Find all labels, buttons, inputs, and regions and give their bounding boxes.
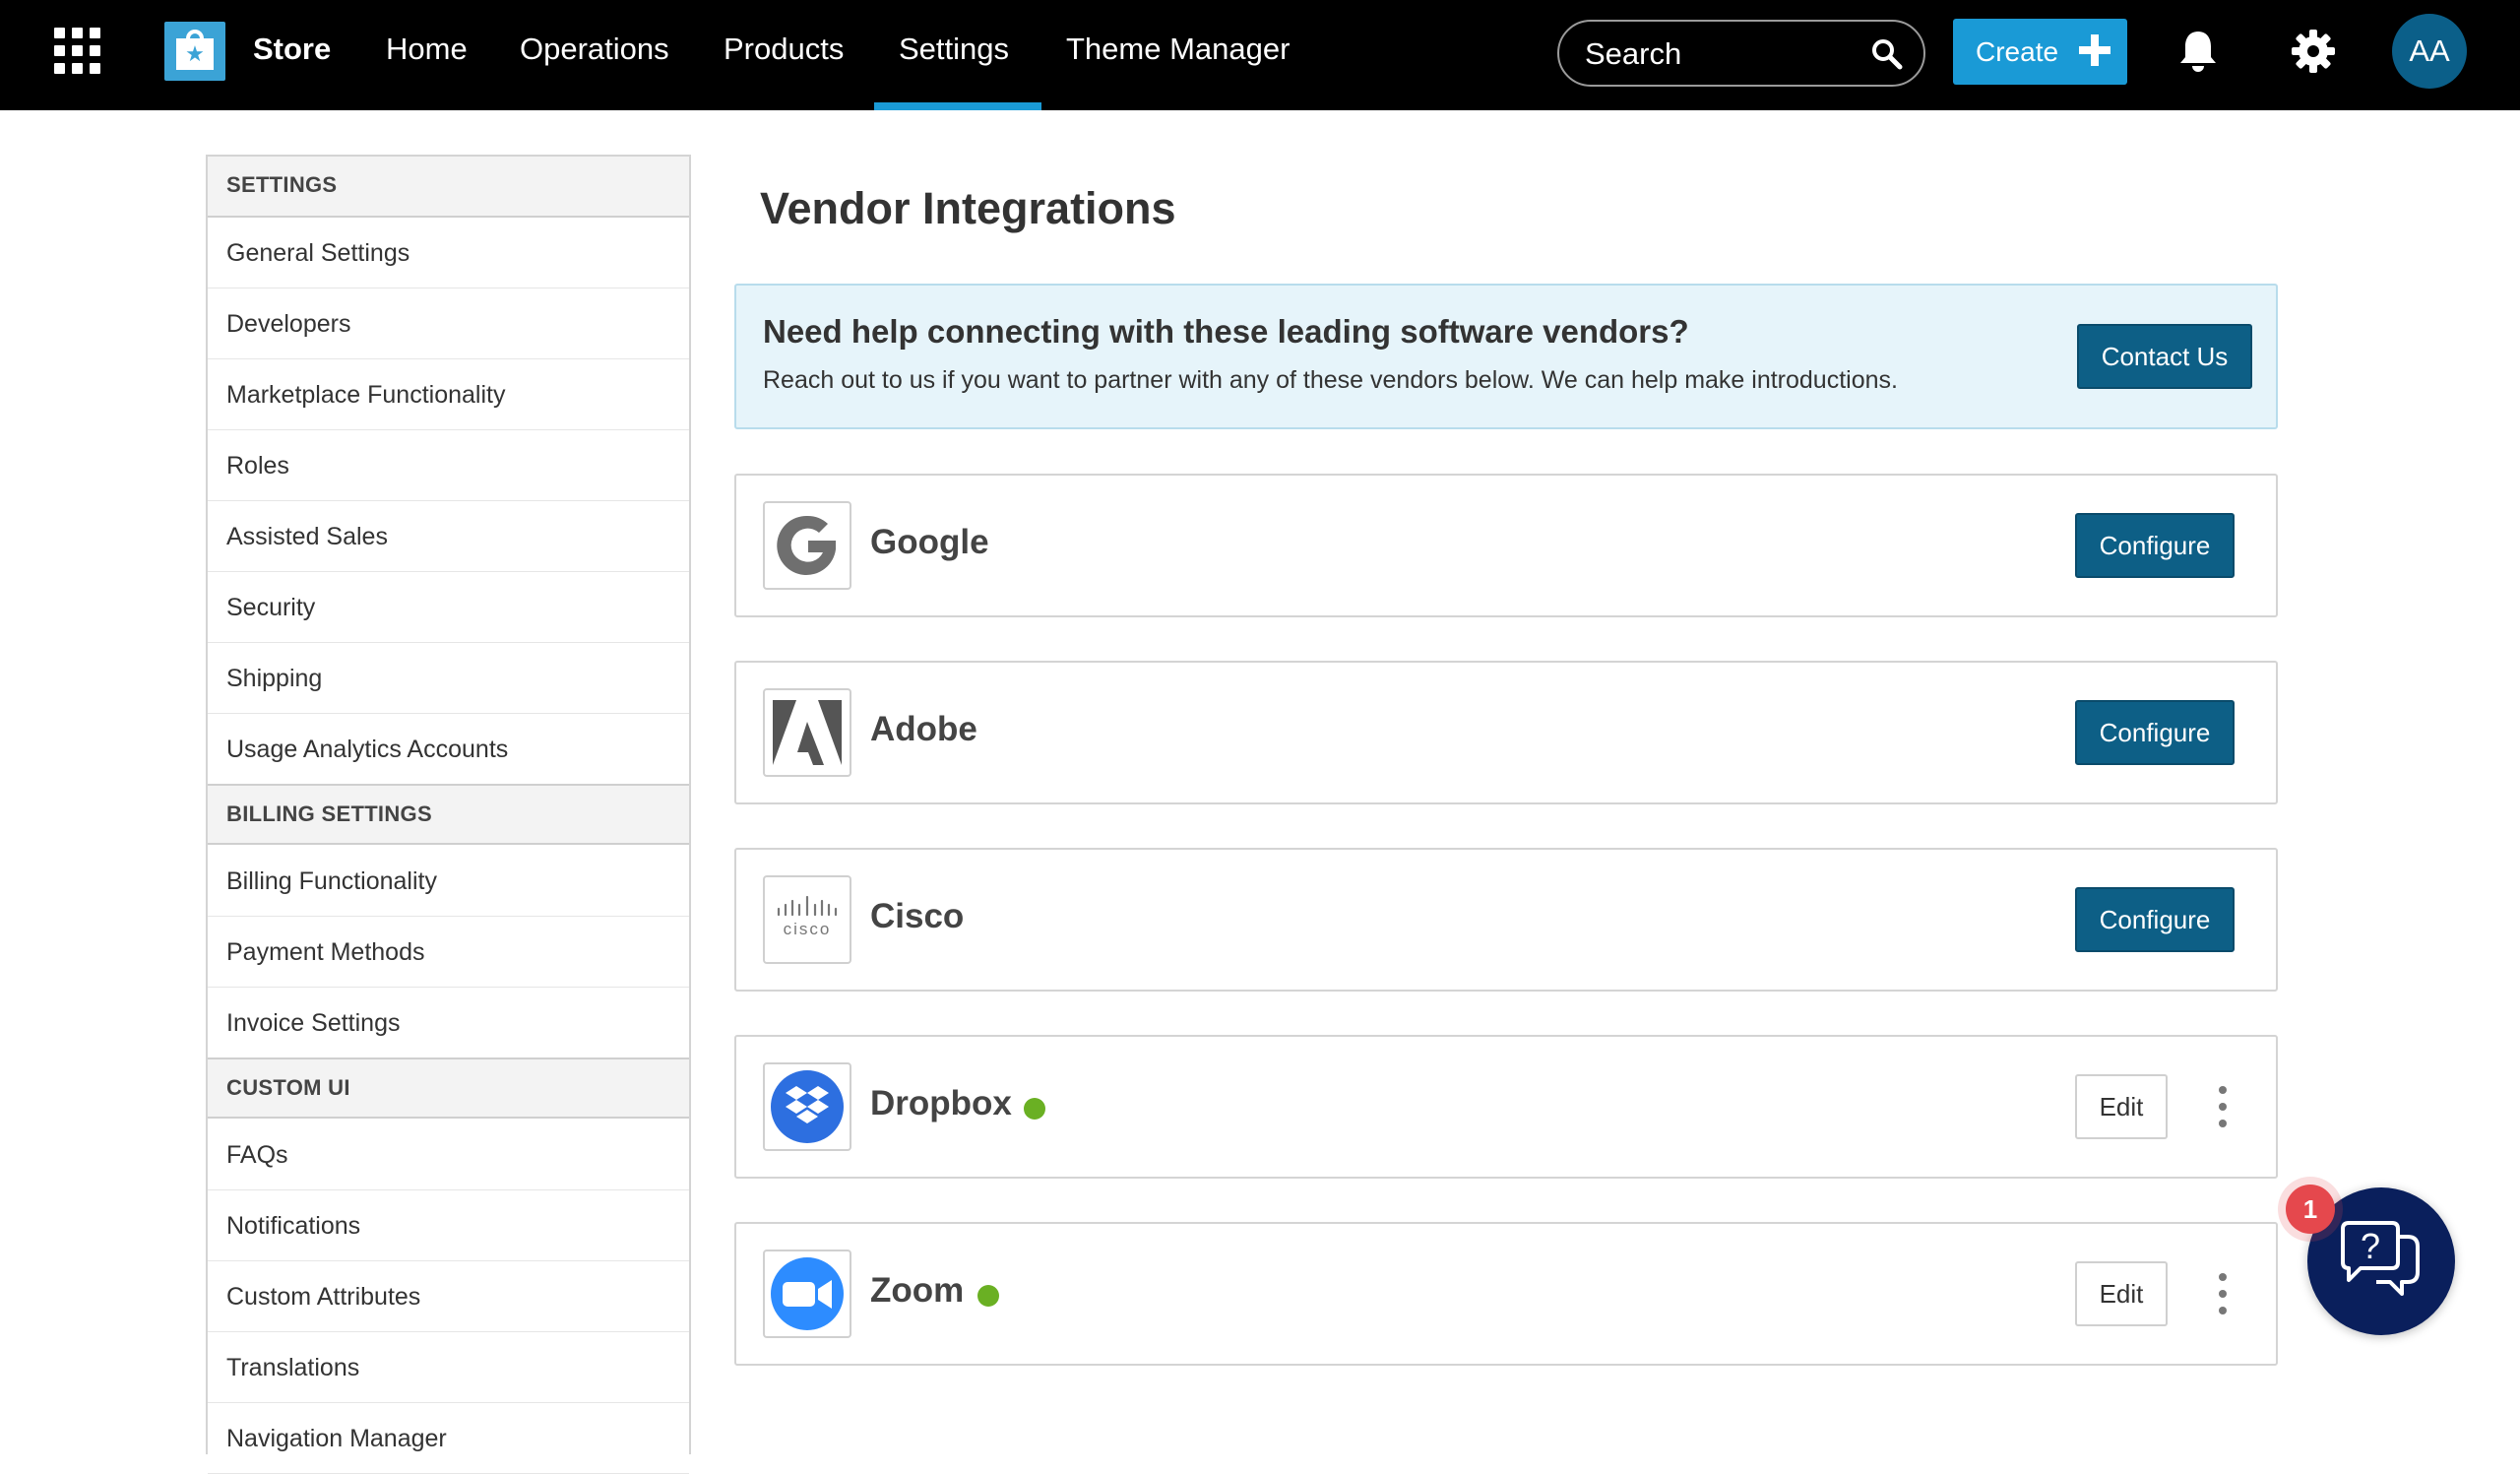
vendor-name: Google [870, 523, 989, 561]
vendor-card-zoom: Zoom Edit [734, 1222, 2278, 1366]
banner-title: Need help connecting with these leading … [763, 313, 1689, 350]
settings-sidebar: SETTINGS General Settings Developers Mar… [206, 155, 691, 1474]
page-title: Vendor Integrations [760, 183, 1176, 233]
cisco-logo-icon: cisco [763, 875, 851, 964]
configure-adobe-button[interactable]: Configure [2075, 700, 2235, 765]
app-launcher-icon[interactable] [54, 28, 101, 75]
nav-settings[interactable]: Settings [899, 32, 1009, 67]
nav-home[interactable]: Home [386, 32, 468, 67]
sidebar-item-translations[interactable]: Translations [208, 1332, 689, 1403]
vendor-name: Cisco [870, 897, 965, 935]
vendor-card-dropbox: Dropbox Edit [734, 1035, 2278, 1179]
plus-icon [2079, 34, 2110, 66]
sidebar-item-assisted-sales[interactable]: Assisted Sales [208, 501, 689, 572]
brand-name[interactable]: Store [253, 32, 331, 67]
sidebar-section-billing-settings: BILLING SETTINGS [208, 784, 689, 845]
nav-theme-manager[interactable]: Theme Manager [1066, 32, 1290, 67]
connected-status-dot [1024, 1098, 1045, 1120]
svg-text:cisco: cisco [784, 920, 832, 938]
sidebar-item-developers[interactable]: Developers [208, 288, 689, 359]
configure-cisco-button[interactable]: Configure [2075, 887, 2235, 952]
gear-icon[interactable] [2290, 28, 2337, 75]
help-chat-icon: ? [2341, 1221, 2420, 1296]
create-button[interactable]: Create [1953, 19, 2127, 85]
contact-us-button[interactable]: Contact Us [2077, 324, 2252, 389]
nav-operations[interactable]: Operations [520, 32, 669, 67]
vendor-name: Zoom [870, 1271, 965, 1310]
configure-google-button[interactable]: Configure [2075, 513, 2235, 578]
edit-dropbox-button[interactable]: Edit [2075, 1074, 2168, 1139]
user-avatar[interactable]: AA [2392, 14, 2467, 89]
sidebar-section-custom-ui: CUSTOM UI [208, 1057, 689, 1119]
zoom-logo-icon [763, 1250, 851, 1338]
sidebar-item-payment-methods[interactable]: Payment Methods [208, 917, 689, 988]
sidebar-item-navigation-manager[interactable]: Navigation Manager [208, 1403, 689, 1474]
nav-products[interactable]: Products [724, 32, 844, 67]
search-box[interactable] [1557, 20, 1925, 87]
sidebar-item-custom-attributes[interactable]: Custom Attributes [208, 1261, 689, 1332]
connected-status-dot [977, 1285, 999, 1307]
sidebar-item-invoice-settings[interactable]: Invoice Settings [208, 988, 689, 1058]
more-options-icon[interactable] [2213, 1086, 2233, 1127]
active-nav-indicator [874, 102, 1041, 110]
adobe-logo-icon [763, 688, 851, 777]
vendor-card-google: Google Configure [734, 474, 2278, 617]
sidebar-item-marketplace-functionality[interactable]: Marketplace Functionality [208, 359, 689, 430]
sidebar-item-usage-analytics-accounts[interactable]: Usage Analytics Accounts [208, 714, 689, 785]
sidebar-item-security[interactable]: Security [208, 572, 689, 643]
search-input[interactable] [1585, 35, 1851, 73]
sidebar-item-shipping[interactable]: Shipping [208, 643, 689, 714]
search-icon[interactable] [1870, 37, 1904, 71]
store-logo-icon[interactable]: ★ [164, 22, 225, 81]
svg-text:?: ? [2361, 1226, 2380, 1266]
dropbox-logo-icon [763, 1062, 851, 1151]
bell-icon[interactable] [2176, 28, 2220, 75]
sidebar-section-settings: SETTINGS [208, 157, 689, 218]
sidebar-item-roles[interactable]: Roles [208, 430, 689, 501]
google-logo-icon [763, 501, 851, 590]
vendor-card-adobe: Adobe Configure [734, 661, 2278, 804]
top-navigation-bar: ★ Store Home Operations Products Setting… [0, 0, 2520, 110]
sidebar-item-faqs[interactable]: FAQs [208, 1120, 689, 1190]
edit-zoom-button[interactable]: Edit [2075, 1261, 2168, 1326]
vendor-card-cisco: cisco Cisco Configure [734, 848, 2278, 992]
vendor-name: Adobe [870, 710, 977, 748]
sidebar-item-notifications[interactable]: Notifications [208, 1190, 689, 1261]
sidebar-item-billing-functionality[interactable]: Billing Functionality [208, 846, 689, 917]
banner-text: Reach out to us if you want to partner w… [763, 366, 1898, 394]
create-button-label: Create [1976, 36, 2059, 67]
vendor-name: Dropbox [870, 1084, 1012, 1122]
sidebar-item-general-settings[interactable]: General Settings [208, 218, 689, 288]
more-options-icon[interactable] [2213, 1273, 2233, 1314]
help-banner: Need help connecting with these leading … [734, 284, 2278, 429]
notification-badge: 1 [2286, 1185, 2335, 1234]
